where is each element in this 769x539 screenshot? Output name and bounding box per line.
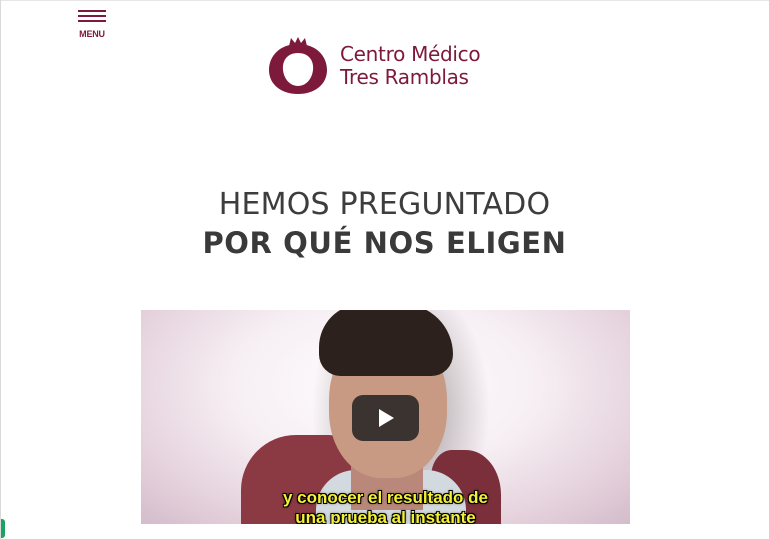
site-logo[interactable]: Centro Médico Tres Ramblas	[266, 36, 516, 98]
page-left-border	[0, 0, 1, 539]
subtitle-line-1: y conocer el resultado de	[282, 488, 488, 507]
menu-button[interactable]: MENU	[74, 8, 110, 44]
menu-label: MENU	[79, 29, 105, 39]
logo-wordmark: Centro Médico Tres Ramblas	[340, 43, 520, 89]
chat-widget-tab[interactable]	[1, 519, 5, 538]
play-icon	[379, 409, 394, 427]
page-top-border	[0, 0, 769, 1]
logo-line-1: Centro Médico	[340, 42, 481, 66]
video-subtitles: y conocer el resultado de una prueba al …	[141, 488, 630, 524]
subtitle-line-2: una prueba al instante	[295, 508, 476, 524]
logo-line-2: Tres Ramblas	[340, 65, 469, 89]
pomegranate-logo-icon	[269, 37, 327, 94]
video-frame-hair	[319, 310, 453, 376]
heading-line-bold: POR QUÉ NOS ELIGEN	[202, 226, 567, 260]
play-button[interactable]	[352, 395, 419, 441]
hamburger-icon	[78, 10, 106, 25]
heading-line-light: HEMOS PREGUNTADO	[218, 187, 551, 222]
video-player[interactable]: y conocer el resultado de una prueba al …	[141, 310, 630, 524]
hero-heading: HEMOS PREGUNTADO POR QUÉ NOS ELIGEN	[0, 186, 769, 262]
